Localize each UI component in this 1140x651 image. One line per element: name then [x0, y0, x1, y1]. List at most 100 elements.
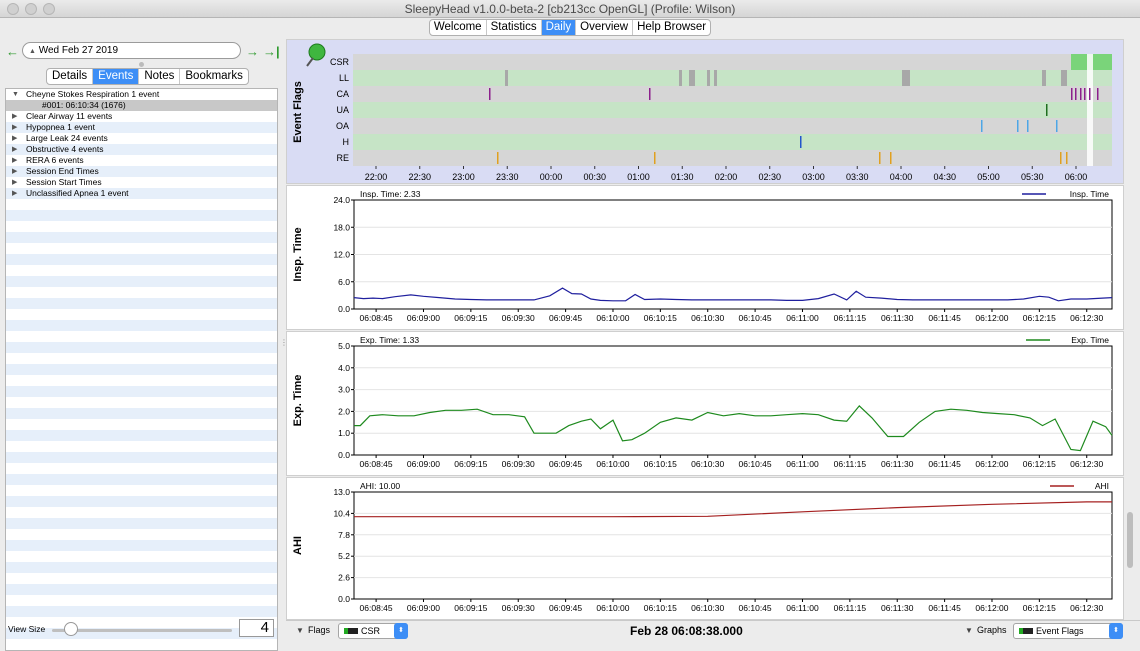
events-list: ▼ Cheyne Stokes Respiration 1 event #001: … [5, 88, 278, 651]
x-tick-label: 06:12:30 [1070, 459, 1103, 469]
flags-triangle-icon[interactable]: ▼ [296, 626, 304, 635]
arrow-to-end-icon[interactable]: →| [263, 44, 280, 59]
tab-daily[interactable]: Daily [541, 20, 577, 35]
event-group-row[interactable]: ▶ Unclassified Apnea 1 event [6, 188, 277, 199]
event-group-row[interactable]: ▶ Obstructive 4 events [6, 144, 277, 155]
flag-row-label: OA [336, 121, 349, 131]
event-group-row[interactable]: ▶ RERA 6 events [6, 155, 277, 166]
legend-label: Insp. Time [1070, 189, 1109, 199]
tab-statistics[interactable]: Statistics [487, 20, 542, 35]
event-label: Obstructive 4 events [26, 144, 104, 154]
collapsed-triangle-icon[interactable]: ▶ [12, 155, 17, 166]
x-tick-label: 06:11:45 [928, 459, 961, 469]
tab-overview[interactable]: Overview [576, 20, 634, 35]
x-tick-label: 06:11:45 [928, 313, 961, 323]
collapsed-triangle-icon[interactable]: ▶ [12, 144, 17, 155]
y-tick-label: 3.0 [338, 385, 350, 395]
x-tick-label: 06:11:30 [881, 603, 914, 613]
flag-row-band [353, 134, 1112, 150]
flag-swatch-icon [344, 628, 358, 634]
x-tick-label: 06:10:30 [691, 313, 724, 323]
insp-time-chart[interactable]: Insp. Time: 2.33 Insp. Time Insp. Time 24.0… [287, 186, 1125, 331]
event-group-row[interactable]: ▶ Session Start Times [6, 177, 277, 188]
flag-row-band [353, 86, 1112, 102]
tab-welcome[interactable]: Welcome [430, 20, 487, 35]
ahi-chart[interactable]: AHI: 10.00 AHI AHI 13.0 10.4 7.8 5.2 2.6 0.0 06:0… [287, 478, 1125, 621]
insp-time-panel: Insp. Time: 2.33 Insp. Time Insp. Time 24.0… [286, 185, 1124, 330]
event-flags-chart[interactable]: CSR LL CA UA OA H RE Event Flags 22:00 22:30 23:00… [287, 40, 1125, 185]
collapsed-triangle-icon[interactable]: ▶ [12, 111, 17, 122]
graphs-triangle-icon[interactable]: ▼ [965, 626, 973, 635]
x-tick-label: 06:12:30 [1070, 603, 1103, 613]
y-tick-label: 0.0 [338, 304, 350, 314]
rera-mark [879, 152, 881, 164]
graph-area: CSR LL CA UA OA H RE Event Flags 22:00 22:30 23:00… [286, 37, 1136, 620]
zoom-window-button[interactable] [43, 3, 55, 15]
x-tick-label: 06:09:00 [407, 603, 440, 613]
event-label: Clear Airway 11 events [26, 111, 113, 121]
collapsed-triangle-icon[interactable]: ▶ [12, 188, 17, 199]
time-tick-label: 22:00 [365, 172, 388, 182]
rera-mark [497, 152, 499, 164]
hypopnea-mark [800, 136, 802, 148]
clear-airway-mark [1084, 88, 1086, 100]
arrow-left-icon[interactable]: ← [6, 44, 19, 59]
chevron-updown-icon: ⬍ [1109, 623, 1123, 639]
x-tick-label: 06:12:00 [975, 603, 1008, 613]
collapsed-triangle-icon[interactable]: ▶ [12, 166, 17, 177]
tab-events[interactable]: Events [93, 69, 140, 84]
x-tick-label: 06:12:15 [1023, 459, 1056, 469]
pushpin-icon [308, 43, 326, 61]
x-tick-label: 06:10:15 [644, 603, 677, 613]
flags-select-value: CSR [361, 626, 381, 636]
flags-label: Flags [308, 625, 331, 635]
view-size-value[interactable]: 4 [239, 619, 274, 637]
x-tick-label: 06:10:30 [691, 603, 724, 613]
x-tick-label: 06:09:15 [454, 313, 487, 323]
rera-mark [654, 152, 656, 164]
time-tick-label: 01:00 [627, 172, 650, 182]
expanded-triangle-icon[interactable]: ▼ [12, 89, 19, 100]
event-group-row[interactable]: ▶ Session End Times [6, 166, 277, 177]
unclassified-apnea-mark [1046, 104, 1048, 116]
x-tick-label: 06:09:45 [549, 459, 582, 469]
exp-time-chart[interactable]: Exp. Time: 1.33 Exp. Time Exp. Time 5.0 4.0 3… [287, 332, 1125, 477]
obstructive-mark [1017, 120, 1019, 132]
tab-help-browser[interactable]: Help Browser [633, 20, 710, 35]
collapsed-triangle-icon[interactable]: ▶ [12, 177, 17, 188]
bottom-toolbar: ▼ Flags CSR ⬍ Feb 28 06:08:38.000 ▼ Grap… [286, 620, 1140, 642]
view-size-slider-track[interactable] [52, 629, 232, 632]
collapsed-triangle-icon[interactable]: ▶ [12, 133, 17, 144]
event-group-row[interactable]: ▶ Clear Airway 11 events [6, 111, 277, 122]
x-tick-label: 06:11:15 [834, 459, 867, 469]
window-title: SleepyHead v1.0.0-beta-2 [cb213cc OpenGL… [404, 2, 736, 16]
collapsed-triangle-icon[interactable]: ▶ [12, 122, 17, 133]
view-size-slider-knob[interactable] [64, 622, 78, 636]
minimize-window-button[interactable] [25, 3, 37, 15]
time-tick-label: 23:30 [496, 172, 519, 182]
flags-select[interactable]: CSR ⬍ [338, 623, 408, 639]
event-group-row[interactable]: ▶ Large Leak 24 events [6, 133, 277, 144]
x-tick-label: 06:10:30 [691, 459, 724, 469]
splitter-dot [139, 62, 144, 67]
graphs-select-value: Event Flags [1036, 626, 1084, 636]
tab-notes[interactable]: Notes [139, 69, 181, 84]
close-window-button[interactable] [7, 3, 19, 15]
flag-row-label: CA [336, 89, 349, 99]
graphs-select[interactable]: Event Flags ⬍ [1013, 623, 1123, 639]
selection-window [1087, 54, 1093, 166]
flag-row-label: RE [336, 153, 349, 163]
event-group-row[interactable]: ▶ Hypopnea 1 event [6, 122, 277, 133]
date-picker[interactable]: ▲ Wed Feb 27 2019 [22, 42, 241, 59]
current-date: Wed Feb 27 2019 [38, 45, 119, 56]
time-tick-label: 02:00 [715, 172, 738, 182]
large-leak-mark [707, 70, 710, 86]
tab-bookmarks[interactable]: Bookmarks [180, 69, 248, 84]
graph-scrollbar[interactable] [1127, 512, 1133, 568]
tab-details[interactable]: Details [47, 69, 94, 84]
event-instance-row[interactable]: #001: 06:10:34 (1676) [6, 100, 277, 111]
arrow-right-icon[interactable]: → [246, 44, 259, 59]
event-label: Hypopnea 1 event [26, 122, 95, 132]
event-group-row[interactable]: ▼ Cheyne Stokes Respiration 1 event [6, 89, 277, 100]
x-tick-label: 06:08:45 [360, 603, 393, 613]
